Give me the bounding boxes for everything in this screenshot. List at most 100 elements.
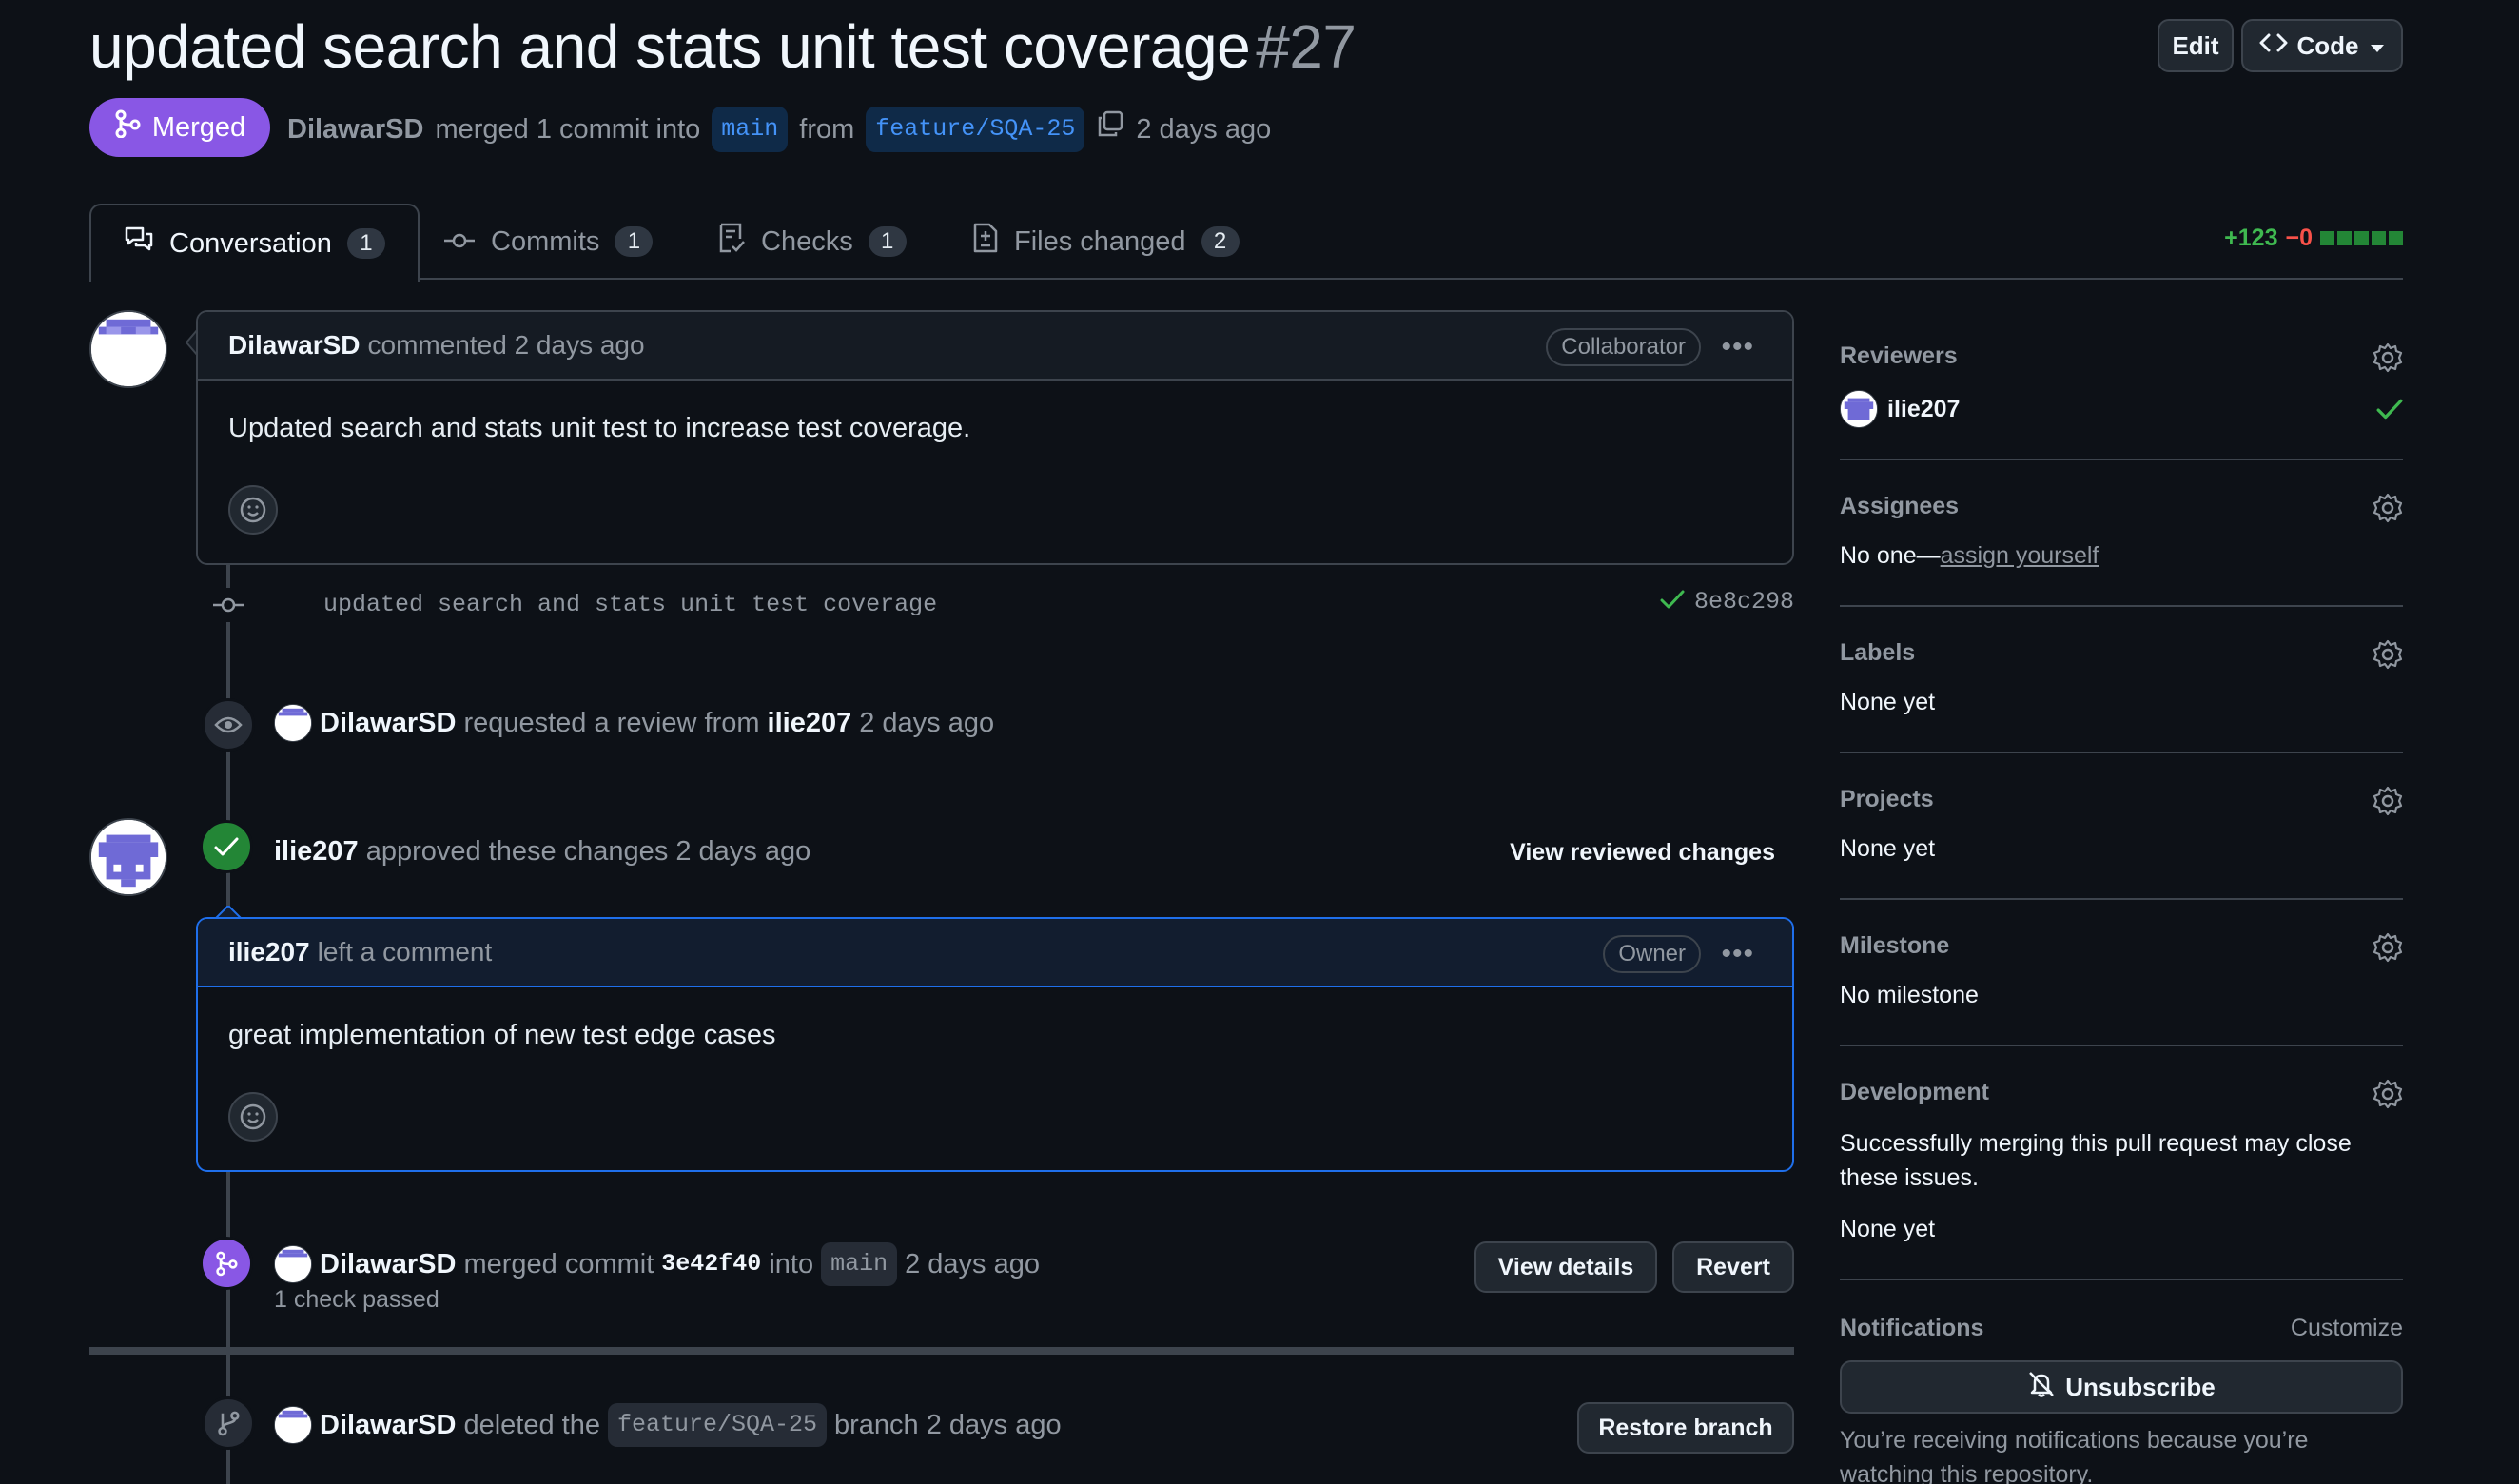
sidebar-label: Development [1840, 1079, 1989, 1105]
sidebar-divider [1840, 898, 2403, 900]
from-text: from [799, 114, 855, 145]
gear-icon[interactable] [2373, 932, 2403, 963]
merged-label: Merged [151, 111, 246, 143]
restore-branch-label: Restore branch [1598, 1414, 1773, 1441]
restore-branch-button[interactable]: Restore branch [1577, 1402, 1794, 1454]
view-reviewed-changes-link[interactable]: View reviewed changes [1510, 835, 1775, 869]
labels-value: None yet [1840, 689, 1936, 715]
tab-conversation[interactable]: Conversation 1 [89, 204, 420, 282]
tab-commits[interactable]: Commits 1 [443, 204, 654, 280]
unsubscribe-label: Unsubscribe [2065, 1372, 2216, 1401]
sidebar-label: Milestone [1840, 932, 1950, 959]
assign-yourself-link[interactable]: assign yourself [1941, 542, 2099, 569]
sidebar-label: Labels [1840, 639, 1916, 666]
tab-conversation-label: Conversation [169, 227, 332, 259]
kebab-menu-icon[interactable]: ••• [1721, 331, 1754, 363]
code-button[interactable]: Code [2241, 19, 2403, 72]
event-text: merged commit [463, 1249, 654, 1279]
pr-title: updated search and stats unit test cover… [89, 12, 1251, 81]
smiley-icon [240, 1103, 266, 1130]
commit-sha[interactable]: 8e8c298 [1694, 588, 1794, 615]
event-reviewer[interactable]: ilie207 [768, 704, 852, 742]
commit-status: 8e8c298 [1660, 588, 1794, 615]
base-branch[interactable]: main [712, 107, 789, 152]
head-branch[interactable]: feature/SQA-25 [866, 107, 1085, 152]
timeline-divider [89, 1347, 1794, 1355]
event-time: branch 2 days ago [834, 1410, 1062, 1440]
projects-value: None yet [1840, 835, 1936, 862]
tab-files-changed-count: 2 [1201, 226, 1240, 257]
comment-author[interactable]: ilie207 [228, 937, 310, 967]
merged-text: merged 1 commit into [435, 114, 701, 145]
event-actor[interactable]: DilawarSD [320, 1406, 456, 1444]
event-time: 2 days ago [905, 1249, 1040, 1279]
avatar[interactable] [89, 310, 167, 388]
notification-reason: You’re receiving notifications because y… [1840, 1427, 2309, 1484]
check-icon [2376, 398, 2403, 425]
sidebar-milestone: Milestone No milestone [1840, 932, 2403, 1018]
reviewer-item[interactable]: ilie207 [1840, 390, 1960, 428]
comment-body: Updated search and stats unit test to in… [228, 413, 971, 443]
event-actor[interactable]: ilie207 [274, 832, 359, 870]
revert-button[interactable]: Revert [1672, 1241, 1794, 1293]
view-details-button[interactable]: View details [1474, 1241, 1657, 1293]
merge-commit-sha[interactable]: 3e42f40 [661, 1245, 761, 1283]
comment-author[interactable]: DilawarSD [228, 330, 361, 361]
edit-button[interactable]: Edit [2158, 19, 2234, 72]
customize-link[interactable]: Customize [2291, 1315, 2403, 1342]
sidebar-assignees: Assignees No one—assign yourself [1840, 493, 2403, 578]
event-text: approved these changes 2 days ago [365, 836, 811, 867]
gear-icon[interactable] [2373, 342, 2403, 373]
git-commit-icon [211, 588, 245, 622]
development-description: Successfully merging this pull request m… [1840, 1130, 2352, 1191]
merge-event: DilawarSD merged commit 3e42f40 into mai… [274, 1242, 1040, 1286]
copy-icon[interactable] [1096, 109, 1124, 149]
code-button-label: Code [2296, 30, 2359, 60]
gear-icon[interactable] [2373, 493, 2403, 523]
gear-icon[interactable] [2373, 786, 2403, 816]
git-branch-icon [202, 1396, 255, 1450]
kebab-menu-icon[interactable]: ••• [1721, 938, 1754, 970]
avatar[interactable] [274, 1245, 312, 1283]
caret-down-icon [2369, 31, 2386, 61]
merge-author-link[interactable]: DilawarSD [287, 109, 423, 149]
add-reaction-button[interactable] [228, 1092, 278, 1142]
approval-event: ilie207 approved these changes 2 days ag… [274, 832, 810, 870]
event-actor[interactable]: DilawarSD [320, 1245, 456, 1283]
sidebar-labels: Labels None yet [1840, 639, 2403, 725]
merged-status-badge: Merged [89, 98, 270, 157]
tab-files-changed-label: Files changed [1014, 225, 1186, 257]
diffstat-deletions: −0 [2285, 225, 2313, 251]
checks-passed[interactable]: 1 check passed [274, 1286, 439, 1314]
sidebar-divider [1840, 752, 2403, 753]
check-icon[interactable] [1660, 589, 1685, 615]
add-reaction-button[interactable] [228, 485, 278, 535]
pr-number: #27 [1256, 12, 1357, 81]
gear-icon[interactable] [2373, 1079, 2403, 1109]
tab-commits-label: Commits [491, 225, 600, 257]
git-commit-icon [443, 226, 476, 258]
avatar[interactable] [274, 1406, 312, 1444]
comment-discussion-icon [124, 225, 154, 262]
diffstat-additions: +123 [2224, 225, 2278, 251]
sidebar-development: Development Successfully merging this pu… [1840, 1079, 2403, 1250]
avatar[interactable] [89, 818, 167, 896]
role-badge: Collaborator [1546, 328, 1701, 366]
sidebar-divider [1840, 1045, 2403, 1046]
tab-files-changed[interactable]: Files changed 2 [972, 204, 1240, 280]
avatar[interactable] [274, 704, 312, 742]
comment-body: great implementation of new test edge ca… [228, 1020, 776, 1050]
gear-icon[interactable] [2373, 639, 2403, 670]
tab-checks[interactable]: Checks 1 [717, 204, 907, 280]
sidebar-divider [1840, 459, 2403, 460]
event-actor[interactable]: DilawarSD [320, 704, 456, 742]
commit-message[interactable]: updated search and stats unit test cover… [323, 586, 937, 624]
event-time: 2 days ago [859, 708, 995, 738]
diffstat[interactable]: +123 −0 [2224, 225, 2403, 252]
unsubscribe-button[interactable]: Unsubscribe [1840, 1360, 2403, 1414]
smiley-icon [240, 497, 266, 523]
tab-commits-count: 1 [615, 226, 654, 257]
tab-conversation-count: 1 [346, 228, 385, 259]
merge-branch[interactable]: main [821, 1242, 898, 1286]
comment-box: DilawarSD commented 2 days ago Collabora… [196, 310, 1794, 565]
